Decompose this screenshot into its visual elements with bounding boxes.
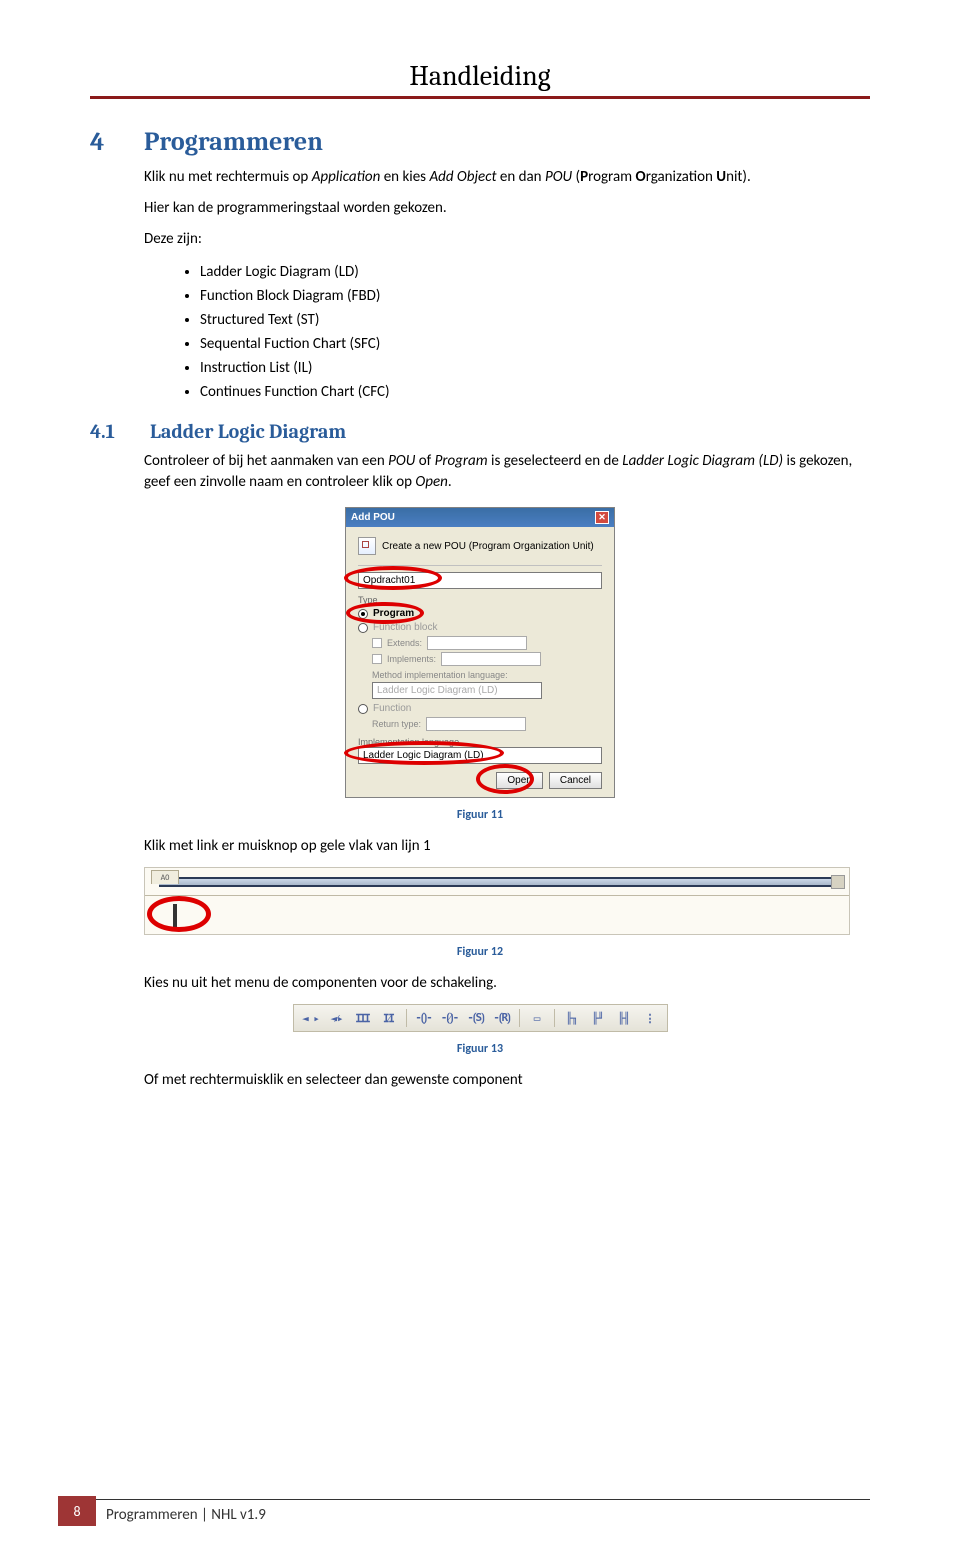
- intro-line3: Deze zijn:: [144, 229, 870, 250]
- editor-tab[interactable]: A0: [151, 870, 179, 884]
- radio-program[interactable]: [358, 609, 368, 619]
- return-type-input[interactable]: [426, 717, 526, 731]
- section-title: Programmeren: [144, 127, 323, 157]
- dialog-titlebar: Add POU ✕: [346, 508, 614, 527]
- text-italic: Application: [312, 168, 381, 186]
- add-pou-dialog: Add POU ✕ Create a new POU (Program Orga…: [345, 507, 615, 798]
- extends-input[interactable]: [427, 636, 527, 650]
- figure-12-caption: Figuur 12: [90, 945, 870, 959]
- footer-text: Programmeren | NHL v1.9: [96, 1499, 870, 1524]
- cancel-button[interactable]: Cancel: [549, 772, 602, 789]
- coil-icon[interactable]: -⟮⟯-: [413, 1008, 435, 1028]
- text-italic: Open: [415, 473, 447, 491]
- bullet-item: Sequental Fuction Chart (SFC): [200, 332, 870, 356]
- ladder-toolbar: ◄ ▸ ◄⁄▸ ⵊⵊⵊ ⵊ⁄ⵊ -⟮⟯- -⟮⁄⟯- -⟮S⟯ -⟮R⟯ ▭ ╟…: [293, 1004, 668, 1032]
- text-bold: U: [716, 168, 726, 186]
- after-fig11-text: Klik met link er muisknop op gele vlak v…: [144, 836, 870, 857]
- method-label: Method implementation language:: [372, 670, 602, 680]
- contact-nc-icon[interactable]: ◄⁄▸: [326, 1008, 348, 1028]
- intro-line2: Hier kan de programmeringstaal worden ge…: [144, 198, 870, 219]
- after-fig13-text: Of met rechtermuisklik en selecteer dan …: [144, 1070, 870, 1091]
- text: Klik nu met rechtermuis op: [144, 168, 312, 186]
- subsection-title: Ladder Logic Diagram: [150, 420, 346, 443]
- ladder-editor-strip: A0: [144, 867, 850, 935]
- text: en kies: [380, 168, 429, 186]
- dialog-title: Add POU: [351, 512, 395, 523]
- more-icon[interactable]: ⋮: [639, 1008, 661, 1028]
- radio-function-block-label-visible: Function block: [373, 622, 437, 633]
- text-italic: POU: [545, 168, 572, 186]
- bullet-item: Structured Text (ST): [200, 308, 870, 332]
- text: is geselecteerd en de: [488, 452, 623, 470]
- section-number: 4: [90, 127, 120, 157]
- section-heading: 4 Programmeren: [90, 127, 870, 157]
- return-type-label: Return type:: [372, 719, 421, 729]
- name-input[interactable]: [358, 572, 602, 589]
- text: rganization: [646, 168, 717, 186]
- text-bold: O: [636, 168, 646, 186]
- figure-13-caption: Figuur 13: [90, 1042, 870, 1056]
- check-implements-label: Implements:: [387, 654, 436, 664]
- text: rogram: [588, 168, 635, 186]
- radio-function-label: Function: [373, 703, 411, 714]
- coil-set-icon[interactable]: -⟮S⟯: [465, 1008, 487, 1028]
- text-bold: P: [580, 168, 588, 186]
- page-header: Handleiding: [90, 60, 870, 99]
- figure-11-caption: Figuur 11: [90, 808, 870, 822]
- page-footer: 8 Programmeren | NHL v1.9: [0, 1496, 960, 1526]
- bullet-item: Instruction List (IL): [200, 356, 870, 380]
- open-button[interactable]: Open: [496, 772, 542, 789]
- close-icon[interactable]: ✕: [595, 511, 609, 524]
- implements-input[interactable]: [441, 652, 541, 666]
- func-block-icon[interactable]: ▭: [526, 1008, 548, 1028]
- bullet-item: Continues Function Chart (CFC): [200, 380, 870, 404]
- radio-function[interactable]: [358, 704, 368, 714]
- subsection-paragraph: Controleer of bij het aanmaken van een P…: [144, 451, 870, 493]
- branch-close-icon[interactable]: ╟╜: [587, 1008, 609, 1028]
- check-extends[interactable]: [372, 638, 382, 648]
- bullet-item: Ladder Logic Diagram (LD): [200, 260, 870, 284]
- contact-parallel-icon[interactable]: ⵊⵊⵊ: [352, 1008, 374, 1028]
- coil-reset-icon[interactable]: -⟮R⟯: [491, 1008, 513, 1028]
- radio-function-block[interactable]: [358, 623, 368, 633]
- branch-mid-icon[interactable]: ╟╢: [613, 1008, 635, 1028]
- highlight-mark: [147, 896, 211, 932]
- scrollbar-area[interactable]: [159, 877, 831, 887]
- contact-parallel-nc-icon[interactable]: ⵊ⁄ⵊ: [378, 1008, 400, 1028]
- subsection-heading: 4.1 Ladder Logic Diagram: [90, 420, 870, 443]
- text-italic: Ladder Logic Diagram (LD): [622, 452, 783, 470]
- text-italic: Program: [435, 452, 488, 470]
- dialog-description: Create a new POU (Program Organization U…: [382, 541, 594, 552]
- radio-program-label: Program: [373, 608, 414, 619]
- text: (: [572, 168, 580, 186]
- check-implements[interactable]: [372, 654, 382, 664]
- coil-negated-icon[interactable]: -⟮⁄⟯-: [439, 1008, 461, 1028]
- intro-paragraph: Klik nu met rechtermuis op Application e…: [144, 167, 870, 188]
- text: Controleer of bij het aanmaken van een: [144, 452, 388, 470]
- impl-header: Implementation language: [358, 737, 602, 747]
- subsection-number: 4.1: [90, 420, 130, 443]
- text: of: [415, 452, 434, 470]
- text: .: [448, 473, 452, 491]
- method-dropdown[interactable]: [372, 682, 542, 699]
- after-fig12-text: Kies nu uit het menu de componenten voor…: [144, 973, 870, 994]
- bullet-item: Function Block Diagram (FBD): [200, 284, 870, 308]
- text: nit).: [726, 168, 751, 186]
- scroll-right-button[interactable]: [831, 875, 845, 889]
- text: en dan: [496, 168, 544, 186]
- impl-language-dropdown[interactable]: [358, 747, 602, 764]
- check-extends-label: Extends:: [387, 638, 422, 648]
- page-number: 8: [58, 1496, 96, 1526]
- text-italic: Add Object: [429, 168, 496, 186]
- type-label: Type: [358, 595, 602, 605]
- contact-no-icon[interactable]: ◄ ▸: [300, 1008, 322, 1028]
- pou-icon: [358, 537, 376, 555]
- text-italic: POU: [388, 452, 415, 470]
- branch-open-icon[interactable]: ╟╖: [561, 1008, 583, 1028]
